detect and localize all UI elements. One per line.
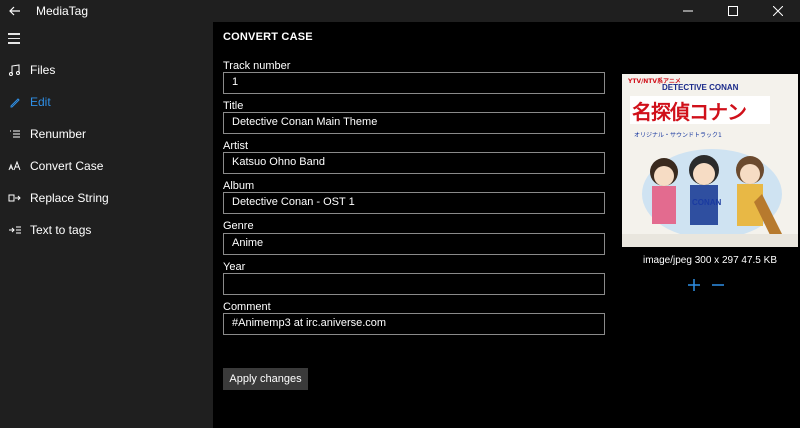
back-arrow-icon[interactable]: [0, 0, 30, 22]
cover-logo-text: CONAN: [692, 198, 722, 207]
sidebar-item-label: Edit: [30, 95, 51, 109]
numbered-list-icon: [0, 118, 30, 150]
text-to-tags-icon: [0, 214, 30, 246]
genre-label: Genre: [223, 220, 254, 232]
sidebar-item-convert-case[interactable]: Convert Case: [0, 150, 213, 182]
sidebar-item-label: Replace String: [30, 191, 109, 205]
replace-icon: [0, 182, 30, 214]
pencil-icon: [0, 86, 30, 118]
comment-label: Comment: [223, 301, 271, 313]
apply-changes-button[interactable]: Apply changes: [223, 368, 308, 390]
title-bar: MediaTag: [0, 0, 800, 22]
cover-subtitle-text: DETECTIVE CONAN: [662, 83, 739, 92]
page-title: CONVERT CASE: [223, 31, 313, 43]
music-note-icon: [0, 54, 30, 86]
window-title: MediaTag: [36, 4, 89, 18]
hamburger-menu-icon[interactable]: [8, 33, 22, 45]
close-icon[interactable]: [755, 0, 800, 22]
album-cover-image: YTV/NTV系アニメ DETECTIVE CONAN 名探偵コナン オリジナル…: [622, 74, 798, 247]
title-field[interactable]: Detective Conan Main Theme: [223, 112, 605, 134]
sidebar-item-renumber[interactable]: Renumber: [0, 118, 213, 150]
sidebar-item-text-to-tags[interactable]: Text to tags: [0, 214, 213, 246]
sidebar-item-label: Text to tags: [30, 223, 92, 237]
title-label: Title: [223, 100, 244, 112]
artist-label: Artist: [223, 140, 249, 152]
sidebar-item-label: Files: [30, 63, 56, 77]
track-number-label: Track number: [223, 60, 291, 72]
sidebar-item-label: Convert Case: [30, 159, 104, 173]
sidebar-item-label: Renumber: [30, 127, 87, 141]
album-label: Album: [223, 180, 255, 192]
sidebar: Files Edit Renumber Convert Case Replace…: [0, 22, 213, 428]
track-number-field[interactable]: 1: [223, 72, 605, 94]
year-label: Year: [223, 261, 246, 273]
sidebar-item-files[interactable]: Files: [0, 54, 213, 86]
sidebar-item-edit[interactable]: Edit: [0, 86, 213, 118]
cover-title-text: 名探偵コナン: [632, 100, 747, 124]
main-content: CONVERT CASE Track number 1 Title Detect…: [213, 22, 800, 428]
comment-field[interactable]: #Animemp3 at irc.aniverse.com: [223, 313, 605, 335]
genre-field[interactable]: Anime: [223, 233, 605, 255]
font-case-icon: [0, 150, 30, 182]
year-field[interactable]: [223, 273, 605, 295]
maximize-icon[interactable]: [710, 0, 755, 22]
plus-icon[interactable]: [686, 277, 702, 293]
cover-soundtrack-text: オリジナル・サウンドトラック1: [634, 132, 722, 139]
minimize-icon[interactable]: [665, 0, 710, 22]
minus-icon[interactable]: [710, 277, 726, 293]
album-field[interactable]: Detective Conan - OST 1: [223, 192, 605, 214]
cover-info-text: image/jpeg 300 x 297 47.5 KB: [643, 255, 777, 266]
artist-field[interactable]: Katsuo Ohno Band: [223, 152, 605, 174]
sidebar-item-replace-string[interactable]: Replace String: [0, 182, 213, 214]
